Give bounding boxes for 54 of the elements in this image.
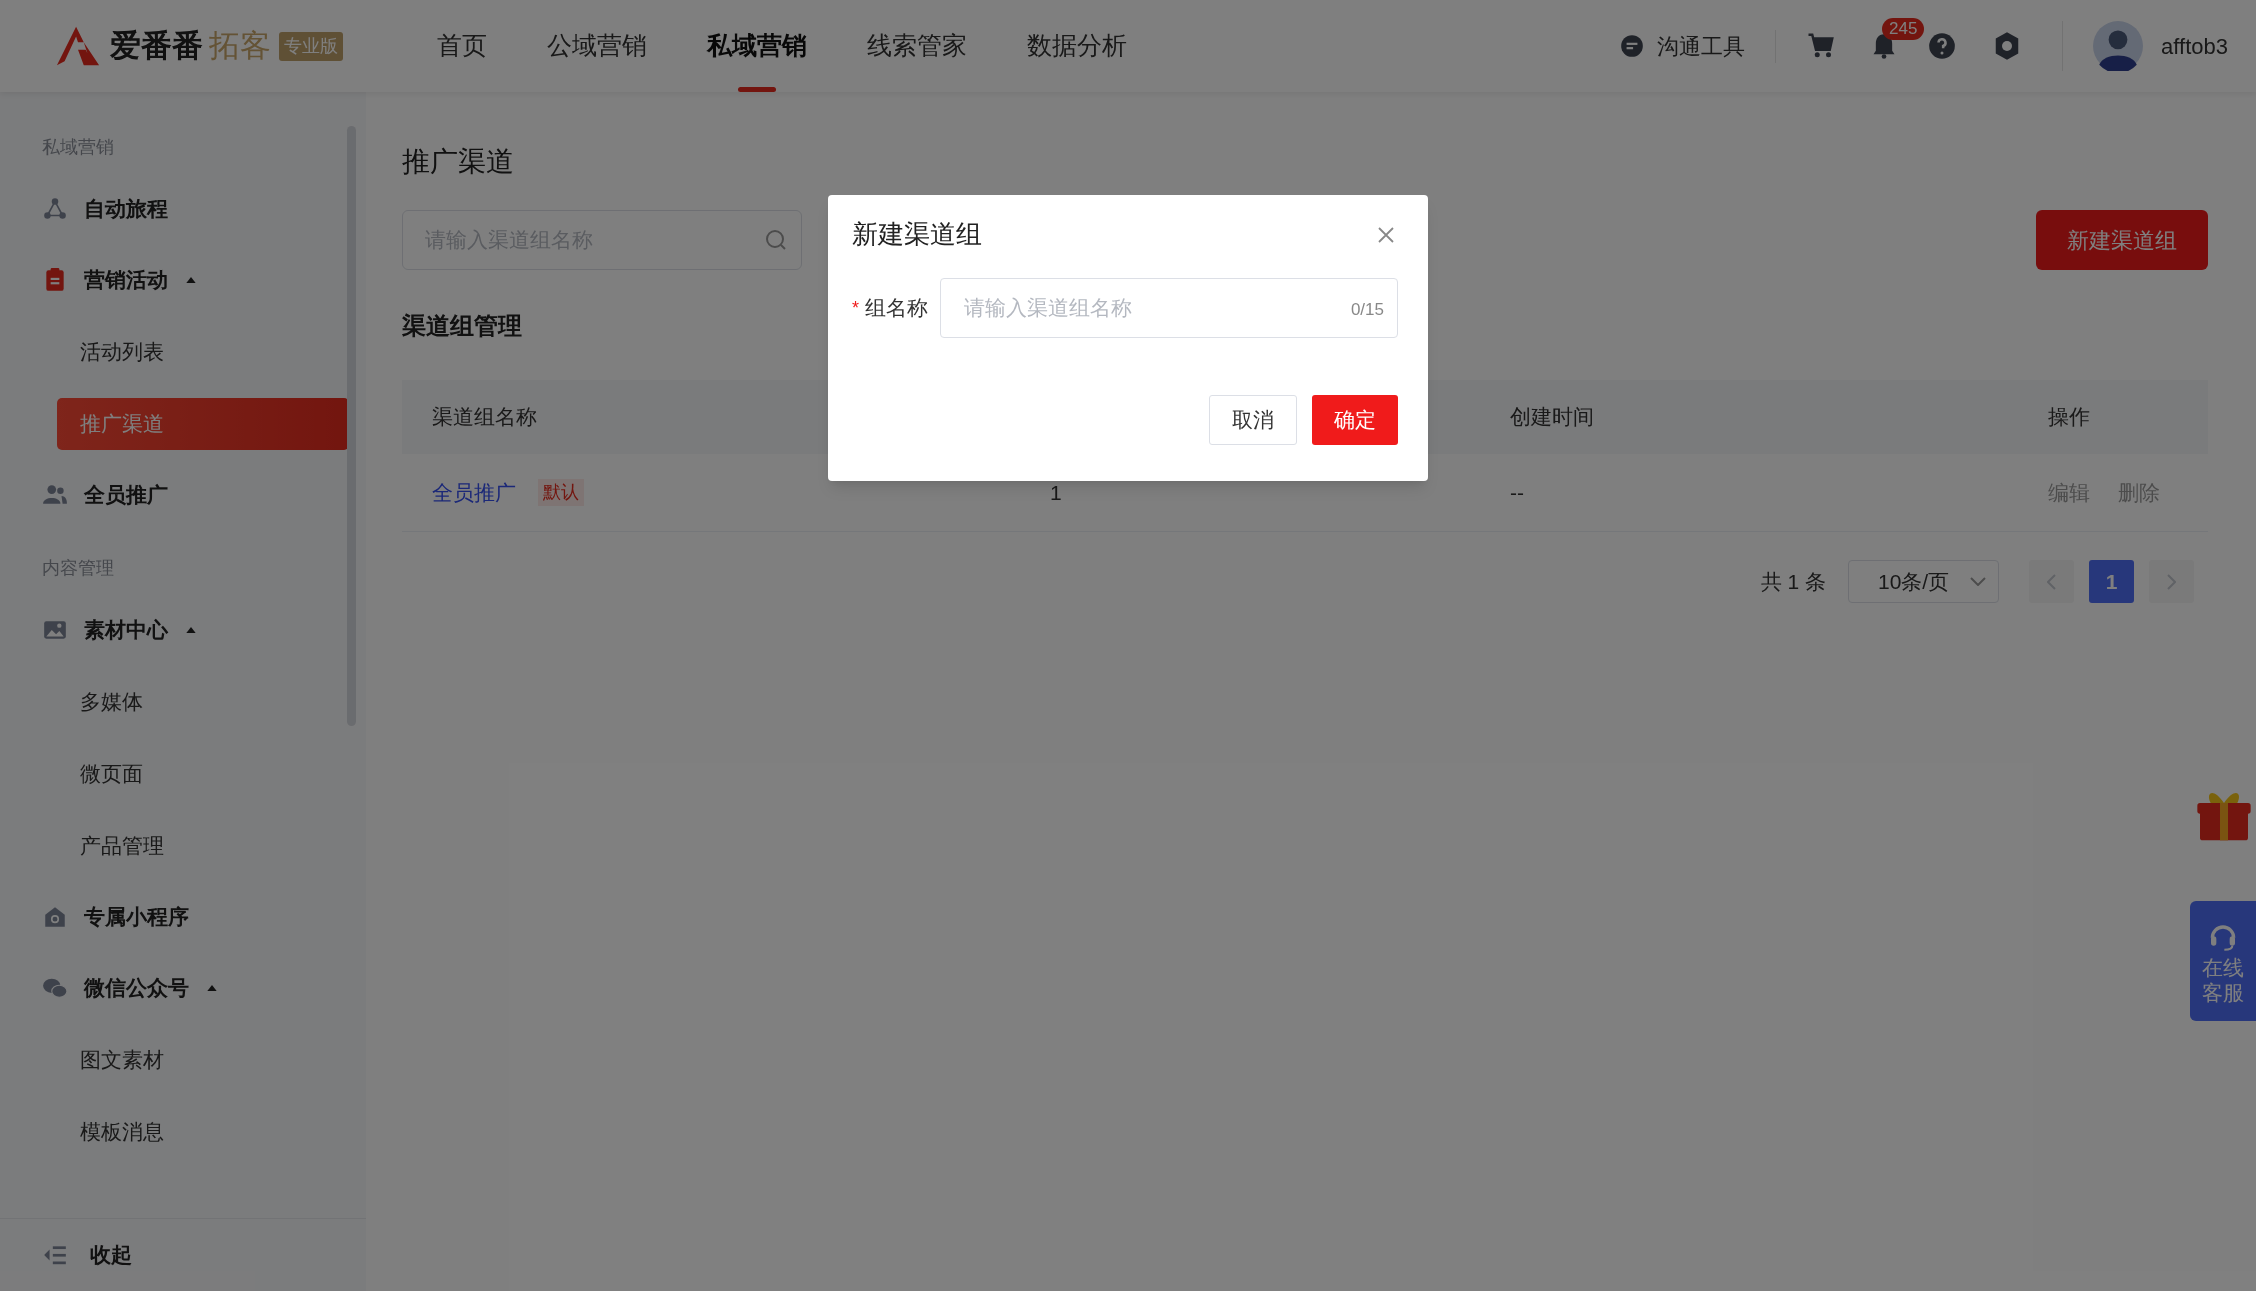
chevron-right-icon: [2167, 573, 2176, 590]
page-size-select[interactable]: 10条/页: [1848, 560, 1999, 603]
edition-badge: 专业版: [279, 31, 343, 61]
total-count: 共 1 条: [1760, 568, 1826, 595]
page-title: 推广渠道: [402, 145, 515, 179]
sidebar-item[interactable]: 活动列表: [0, 326, 366, 378]
column-header: 操作: [2047, 404, 2091, 431]
sidebar-item[interactable]: 产品管理: [0, 820, 366, 872]
logo-name: 爱番番: [110, 26, 203, 65]
notification-badge: 245: [1882, 18, 1925, 40]
new-group-button[interactable]: 新建渠道组: [2036, 210, 2208, 270]
column-header: 创建时间: [1509, 404, 1595, 431]
collapse-button[interactable]: 收起: [0, 1218, 366, 1291]
sidebar-item[interactable]: 微页面: [0, 748, 366, 800]
nodes-icon: [42, 196, 68, 222]
sidebar-group[interactable]: 专属小程序: [0, 892, 366, 942]
char-count: 0/15: [1350, 299, 1384, 321]
logo-product: 拓客: [209, 26, 271, 65]
chevron-left-icon: [2047, 573, 2056, 590]
table-cell-text: 1: [1049, 479, 1063, 506]
sidebar-item[interactable]: 推广渠道: [57, 398, 349, 450]
dialog-title: 新建渠道组: [852, 218, 982, 251]
search-icon: [764, 228, 788, 252]
chevron-down-icon: [1970, 577, 1986, 586]
sidebar-group[interactable]: 营销活动: [0, 255, 366, 305]
page-button[interactable]: 1: [2089, 560, 2134, 603]
sidebar-item[interactable]: 模板消息: [0, 1106, 366, 1158]
sidebar-item[interactable]: 图文素材: [0, 1034, 366, 1086]
customer-service-button[interactable]: 在线客服: [2190, 901, 2256, 1021]
tools-link[interactable]: 沟通工具: [1657, 29, 1746, 63]
table-cell-text: --: [1509, 479, 1525, 506]
sidebar-group[interactable]: 微信公众号: [0, 963, 366, 1013]
sidebar-item[interactable]: 多媒体: [0, 676, 366, 728]
confirm-button[interactable]: 确定: [1312, 395, 1398, 445]
sidebar-group[interactable]: 全员推广: [0, 470, 366, 520]
field-label: 组名称: [865, 295, 928, 322]
group-name-link[interactable]: 全员推广: [432, 476, 516, 509]
nav-tab[interactable]: 私域营销: [682, 0, 832, 92]
nav-tab[interactable]: 数据分析: [1002, 0, 1152, 92]
help-icon[interactable]: [1928, 32, 1957, 60]
sidebar-group[interactable]: 素材中心: [0, 605, 366, 655]
default-tag: 默认: [538, 479, 584, 506]
cancel-button[interactable]: 取消: [1209, 395, 1297, 445]
scrollbar[interactable]: [347, 126, 356, 726]
nav-tab[interactable]: 线索管家: [842, 0, 992, 92]
required-mark: *: [852, 296, 859, 320]
chat-icon[interactable]: [1619, 33, 1646, 59]
sidebar-group[interactable]: 自动旅程: [0, 184, 366, 234]
username[interactable]: afftob3: [2161, 29, 2228, 63]
nav-tab[interactable]: 首页: [412, 0, 512, 92]
column-header: 渠道组名称: [431, 404, 538, 431]
avatar-icon[interactable]: [2093, 21, 2144, 71]
nav-tab[interactable]: 公域营销: [522, 0, 672, 92]
section-title: 渠道组管理: [402, 311, 522, 341]
